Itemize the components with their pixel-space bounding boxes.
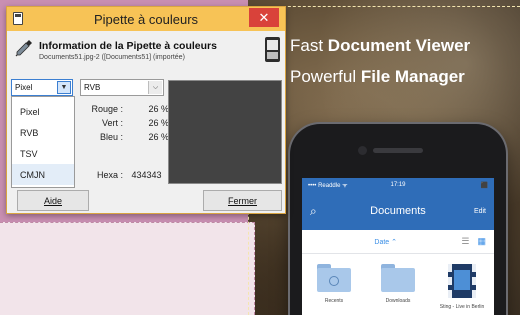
promo-headline-1-bold: Document Viewer — [327, 36, 471, 55]
window-title: Pipette à couleurs — [93, 11, 199, 27]
close-button[interactable]: Fermer — [203, 190, 282, 211]
mode-left-value: Pixel — [15, 83, 33, 92]
status-time: 17:19 — [390, 182, 406, 188]
value-row-blue: Bleu : 26 % — [91, 130, 169, 144]
battery-icon: ⬛ — [480, 182, 488, 189]
hex-value: 434343 — [131, 170, 162, 180]
dialog-heading: Information de la Pipette à couleurs — [39, 40, 217, 52]
value-number: 26 % — [148, 118, 169, 128]
promo-headline-1-regular: Fast — [290, 36, 328, 55]
promo-headline-1: Fast Document Viewer — [290, 37, 470, 54]
status-bar: •••• Readdle ᯤ 17:19 ⬛ — [302, 178, 494, 192]
promo-headline-2-regular: Powerful — [290, 67, 361, 86]
pipette-icon — [15, 40, 32, 57]
chevron-down-icon[interactable]: ⌵ — [148, 81, 162, 94]
value-label: Bleu : — [99, 132, 123, 142]
image-preview-icon — [265, 37, 280, 62]
close-button-label: Fermer — [228, 195, 257, 206]
folder-label: Downloads — [385, 298, 411, 304]
film-icon — [448, 264, 476, 298]
mode-right-select[interactable]: RVB ⌵ — [80, 79, 164, 96]
value-number: 26 % — [148, 132, 169, 142]
mode-dropdown-list: Pixel RVB TSV CMJN — [11, 96, 75, 188]
folder-label: Sting - Live in Berlin — [439, 304, 485, 310]
speaker-icon — [373, 148, 423, 153]
help-button[interactable]: Aide — [17, 190, 89, 211]
folder-item: Sting - Live in Berlin — [434, 264, 490, 315]
sort-bar: Date ⌃ ☰ ▦ — [302, 230, 494, 254]
selection-marquee-top — [248, 6, 520, 7]
title-bar[interactable]: Pipette à couleurs ✕ — [7, 7, 285, 31]
color-picker-info-dialog: Pipette à couleurs ✕ Information de la P… — [6, 6, 286, 214]
nav-edit-label: Edit — [473, 207, 486, 215]
mode-left-select[interactable]: Pixel ▼ — [11, 79, 73, 96]
phone-mockup: •••• Readdle ᯤ 17:19 ⬛ ⌕ Documents Edit … — [290, 124, 506, 315]
nav-bar: ⌕ Documents Edit — [302, 192, 494, 230]
camera-icon — [358, 146, 367, 155]
image-source-label: Documents51.jpg-2 ([Documents51] (import… — [39, 54, 185, 61]
dialog-header: Information de la Pipette à couleurs Doc… — [7, 31, 285, 71]
dropdown-option-cmjn[interactable]: CMJN — [12, 164, 74, 185]
phone-screen: •••• Readdle ᯤ 17:19 ⬛ ⌕ Documents Edit … — [302, 178, 494, 315]
dropdown-option-tsv[interactable]: TSV — [12, 143, 74, 164]
value-row-red: Rouge : 26 % — [91, 102, 169, 116]
promo-headline-2: Powerful File Manager — [290, 68, 465, 85]
close-window-button[interactable]: ✕ — [249, 8, 279, 27]
color-values: Rouge : 26 % Vert : 26 % Bleu : 26 % — [91, 102, 169, 144]
value-label: Rouge : — [91, 104, 123, 114]
search-icon: ⌕ — [310, 203, 317, 218]
folder-label: Recents — [324, 298, 344, 304]
hex-label: Hexa : — [96, 170, 123, 180]
nav-title: Documents — [370, 205, 426, 217]
folder-icon — [381, 264, 415, 292]
promo-headline-2-bold: File Manager — [360, 67, 465, 86]
layer-area — [0, 222, 255, 315]
value-row-green: Vert : 26 % — [91, 116, 169, 130]
app-header: •••• Readdle ᯤ 17:19 ⬛ ⌕ Documents Edit — [302, 178, 494, 230]
folder-item: Recents — [306, 264, 362, 315]
folder-item: Downloads — [370, 264, 426, 315]
mode-right-value: RVB — [84, 83, 101, 92]
dropdown-option-rvb[interactable]: RVB — [12, 122, 74, 143]
hex-value-row: Hexa : 434343 — [91, 170, 162, 180]
dropdown-option-pixel[interactable]: Pixel — [12, 101, 74, 122]
color-swatch — [168, 80, 282, 184]
value-number: 26 % — [148, 104, 169, 114]
status-carrier: •••• Readdle ᯤ — [308, 183, 348, 189]
grid-view-icon: ▦ — [477, 236, 486, 246]
value-label: Vert : — [101, 118, 123, 128]
sort-label: Date ⌃ — [374, 238, 397, 246]
app-icon — [13, 12, 23, 25]
folder-icon — [317, 264, 351, 292]
help-button-label: Aide — [43, 195, 62, 206]
folder-grid: Recents Downloads Sting - Live in Berlin — [302, 254, 494, 315]
chevron-down-icon[interactable]: ▼ — [57, 81, 71, 94]
list-view-icon: ☰ — [461, 236, 470, 246]
